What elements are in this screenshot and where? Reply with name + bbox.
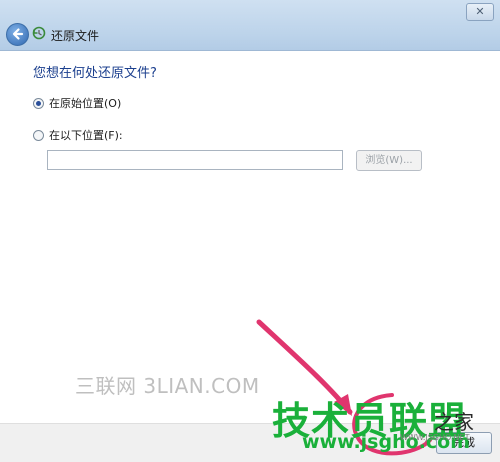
jsgho-net-watermark: WWW.JSGHO.NET [400,433,470,442]
sanlian-watermark: 三联网 3LIAN.COM [75,374,260,398]
